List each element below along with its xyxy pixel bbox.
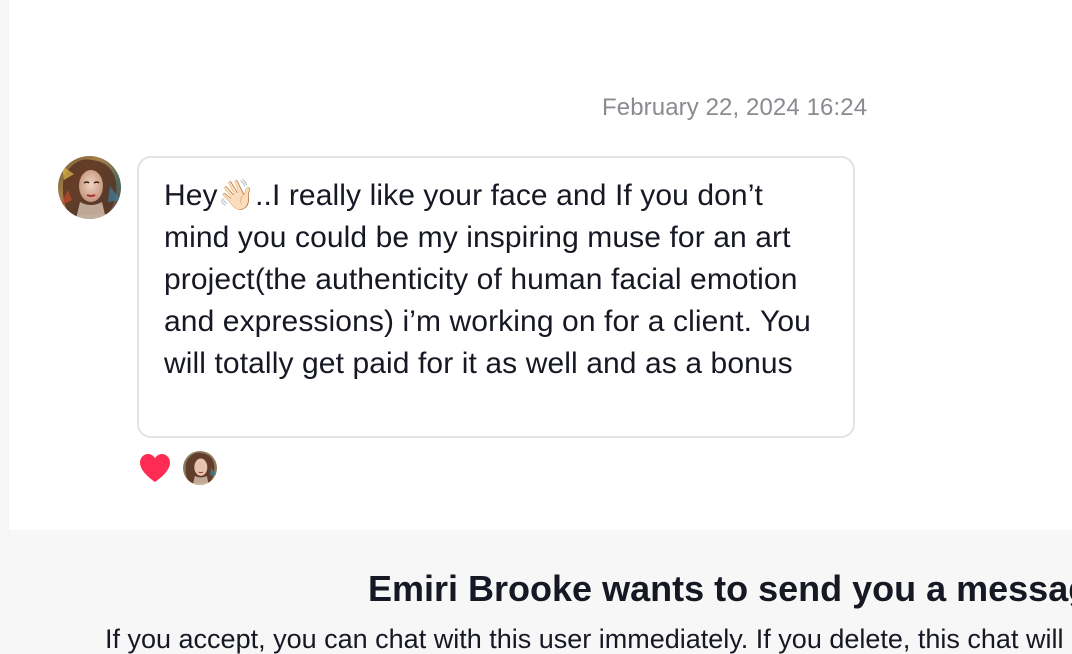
message-timestamp: February 22, 2024 16:24 [602,94,868,121]
message-request-description: If you accept, you can chat with this us… [105,624,1072,654]
heart-icon[interactable] [138,452,172,484]
sender-avatar[interactable] [58,156,121,219]
message-bubble[interactable]: Hey👋🏻..I really like your face and If yo… [137,156,855,438]
message-text: Hey👋🏻..I really like your face and If yo… [164,179,811,380]
reactor-avatar [183,451,217,485]
message-request-panel: Emiri Brooke wants to send you a message… [9,530,1072,654]
sidebar-edge [0,0,9,654]
chat-view: February 22, 2024 16:24 Hey👋🏻..I really … [0,0,1072,654]
message-request-title: Emiri Brooke wants to send you a message [368,568,1072,609]
